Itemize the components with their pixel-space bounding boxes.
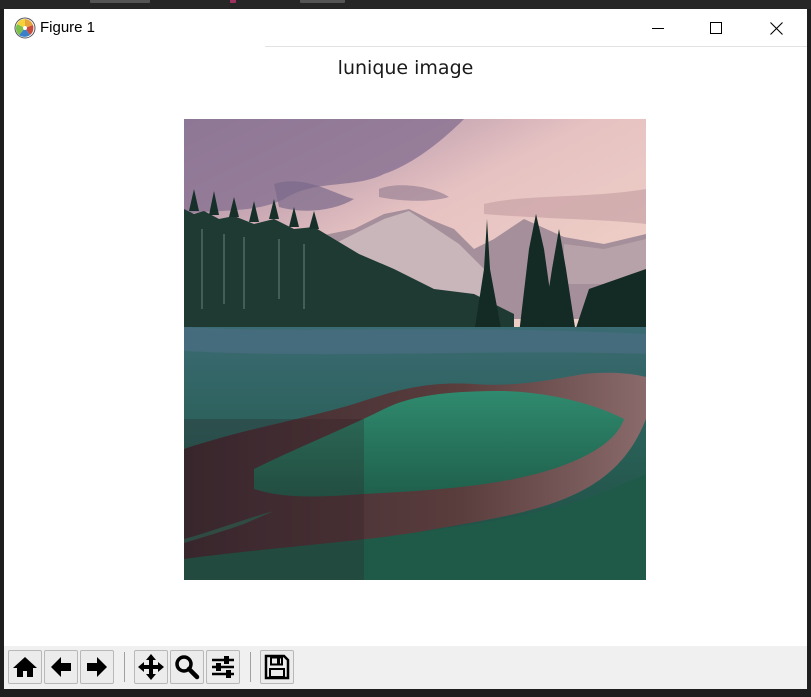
back-button[interactable]	[44, 650, 78, 684]
background-window-text	[90, 0, 150, 3]
desktop-background	[0, 0, 811, 9]
move-icon	[138, 654, 164, 680]
toolbar-separator	[250, 652, 251, 682]
arrow-left-icon	[51, 657, 71, 677]
zoom-button[interactable]	[170, 650, 204, 684]
matplotlib-icon	[14, 17, 36, 39]
home-icon	[13, 657, 37, 677]
window-title: Figure 1	[40, 19, 96, 36]
floppy-disk-icon	[264, 654, 290, 680]
background-window-text	[230, 0, 236, 3]
maximize-button[interactable]	[687, 9, 745, 47]
figure-canvas[interactable]: lunique image	[4, 47, 807, 646]
figure-window: Figure 1 lunique image	[4, 9, 807, 689]
desktop-background	[0, 689, 811, 697]
minimize-button[interactable]	[629, 9, 687, 47]
save-button[interactable]	[260, 650, 294, 684]
close-icon	[769, 21, 783, 35]
forward-button[interactable]	[80, 650, 114, 684]
sliders-icon	[212, 656, 234, 678]
configure-subplots-button[interactable]	[206, 650, 240, 684]
background-window-text	[300, 0, 345, 3]
close-button[interactable]	[745, 9, 807, 47]
magnifier-icon	[175, 655, 200, 680]
arrow-right-icon	[87, 657, 107, 677]
axes-title: lunique image	[337, 57, 474, 79]
home-button[interactable]	[8, 650, 42, 684]
toolbar-separator	[124, 652, 125, 682]
navigation-toolbar	[4, 646, 807, 689]
title-bar[interactable]: Figure 1	[4, 9, 807, 47]
pan-button[interactable]	[134, 650, 168, 684]
landscape-photo	[184, 119, 646, 580]
maximize-icon	[710, 22, 722, 34]
minimize-icon	[652, 28, 664, 29]
